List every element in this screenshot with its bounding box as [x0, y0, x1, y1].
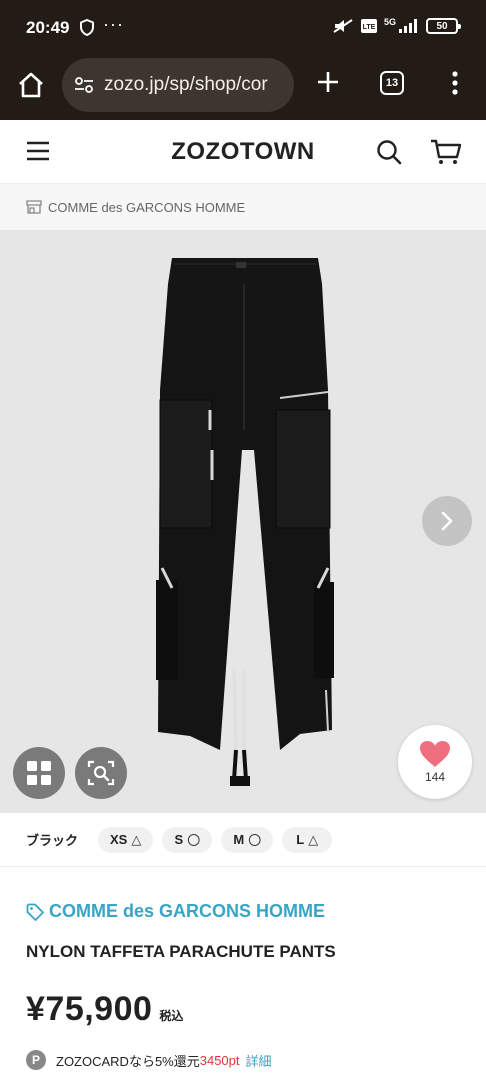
- grid-icon: [27, 761, 51, 785]
- site-header: ZOZOTOWN: [0, 120, 486, 184]
- battery-icon: 50: [426, 18, 461, 34]
- address-bar[interactable]: zozo.jp/sp/shop/cor: [62, 58, 294, 112]
- price-row: ¥75,900 税込: [26, 990, 183, 1029]
- plus-icon[interactable]: [314, 68, 342, 96]
- tax-label: 税込: [159, 1009, 184, 1023]
- size-chip-l[interactable]: L △: [282, 826, 333, 853]
- card-detail-link[interactable]: 詳細: [246, 1051, 272, 1070]
- breadcrumb-shop-name[interactable]: COMME des GARCONS HOMME: [48, 200, 245, 215]
- stock-status: △: [308, 831, 319, 847]
- status-dots: ···: [103, 14, 124, 34]
- chevron-right-icon: [441, 511, 453, 531]
- svg-text:LTE: LTE: [363, 24, 376, 31]
- stock-status: 〇: [187, 833, 201, 848]
- next-image-button[interactable]: [422, 496, 472, 546]
- size-label: M: [233, 832, 245, 847]
- stock-status: 〇: [248, 833, 262, 848]
- status-icons: LTE 5G 50: [332, 17, 461, 34]
- size-chip-m[interactable]: M 〇: [221, 826, 274, 853]
- size-label: XS: [110, 832, 128, 847]
- card-points: 3450pt: [199, 1052, 240, 1068]
- brand-name[interactable]: COMME des GARCONS HOMME: [49, 901, 325, 922]
- signal-icon: [399, 19, 417, 33]
- battery-level: 50: [436, 20, 448, 32]
- network-label: 5G: [383, 17, 396, 27]
- size-selector: ブラック XS △ S 〇 M 〇 L △: [0, 813, 486, 867]
- status-time: 20:49: [26, 18, 70, 37]
- heart-icon: [420, 741, 450, 767]
- shop-icon: [26, 200, 42, 214]
- stock-status: △: [131, 831, 142, 847]
- product-name: NYLON TAFFETA PARACHUTE PANTS: [26, 942, 336, 961]
- product-gallery[interactable]: 144: [0, 230, 486, 813]
- brand-link[interactable]: COMME des GARCONS HOMME: [26, 901, 325, 922]
- size-chip-xs[interactable]: XS △: [98, 826, 154, 853]
- like-count: 144: [424, 770, 446, 784]
- size-chip-s[interactable]: S 〇: [162, 826, 213, 853]
- image-search-icon: [87, 760, 115, 786]
- shield-icon: [80, 19, 94, 36]
- point-badge-icon: P: [26, 1050, 46, 1070]
- breadcrumb[interactable]: COMME des GARCONS HOMME: [0, 184, 486, 230]
- color-label: ブラック: [26, 833, 79, 848]
- site-settings-icon[interactable]: [74, 76, 94, 94]
- cart-icon[interactable]: [430, 138, 462, 166]
- mute-icon: [333, 19, 353, 33]
- like-button[interactable]: 144: [398, 725, 472, 799]
- more-icon[interactable]: [446, 69, 464, 97]
- image-search-button[interactable]: [75, 747, 127, 799]
- zozocard-promo: P ZOZOCARDなら5%還元 3450pt 詳細: [26, 1050, 272, 1070]
- product-image: [156, 258, 334, 786]
- site-logo[interactable]: ZOZOTOWN: [0, 138, 486, 166]
- tab-count: 13: [385, 77, 399, 89]
- browser-toolbar: zozo.jp/sp/shop/cor 13: [0, 54, 486, 120]
- tag-icon: [26, 903, 44, 921]
- search-icon[interactable]: [375, 138, 403, 166]
- thumbnail-grid-button[interactable]: [13, 747, 65, 799]
- status-bar: 20:49 ··· LTE 5G 50: [0, 0, 486, 54]
- url-text[interactable]: zozo.jp/sp/shop/cor: [104, 74, 268, 96]
- size-label: L: [296, 832, 305, 847]
- volte-icon: LTE: [360, 19, 377, 33]
- size-label: S: [174, 832, 184, 847]
- home-icon[interactable]: [16, 70, 46, 100]
- product-price: ¥75,900: [26, 990, 153, 1028]
- tabs-icon[interactable]: 13: [380, 71, 404, 95]
- card-text: ZOZOCARDなら5%還元: [56, 1053, 200, 1069]
